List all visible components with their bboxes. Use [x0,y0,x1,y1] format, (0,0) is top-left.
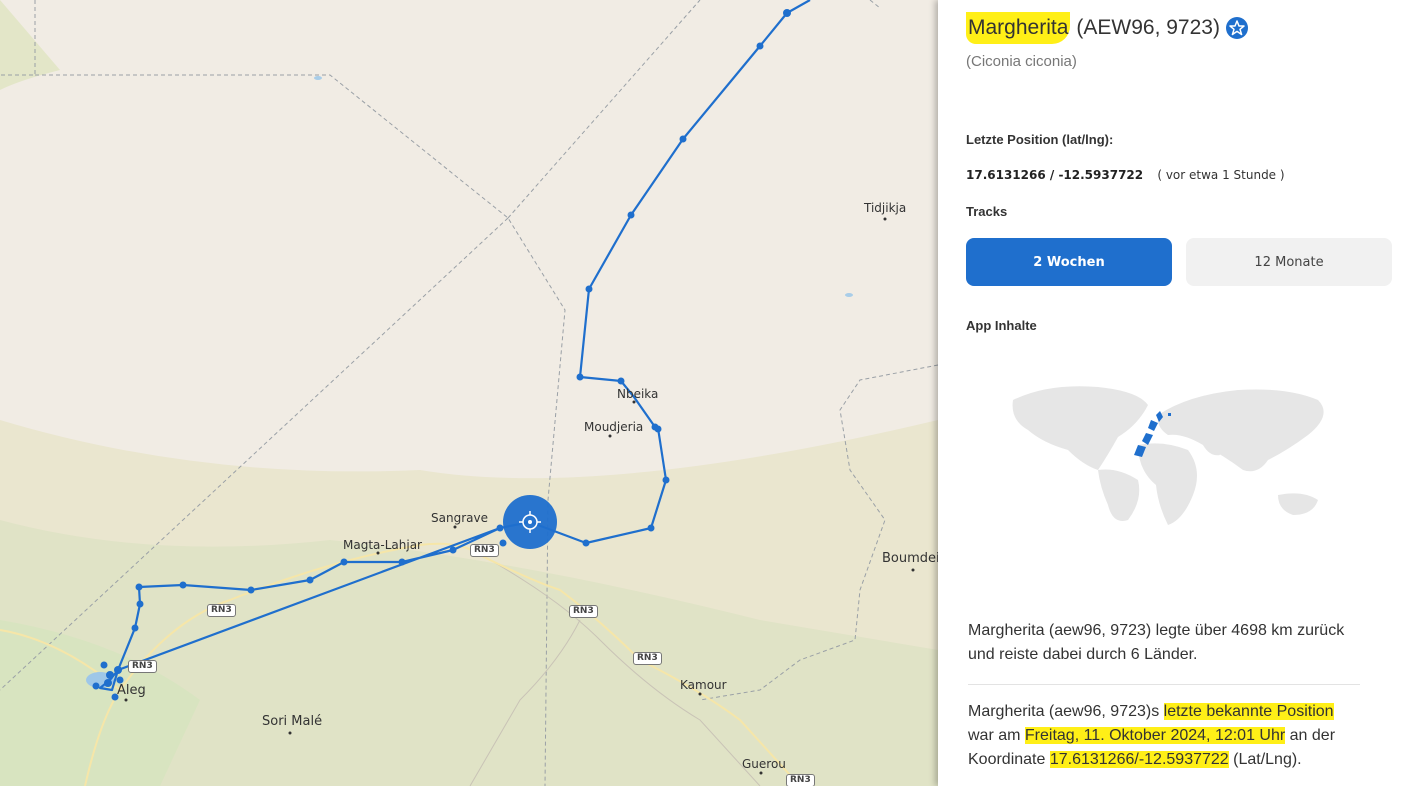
app-content-label: App Inhalte [966,318,1037,333]
world-map-thumbnail [1012,386,1324,525]
place-label-sangrave: Sangrave [431,511,488,525]
place-label-sori-male: Sori Malé [262,714,323,729]
place-label-kamour: Kamour [680,678,727,692]
track-12-months-button[interactable]: 12 Monate [1186,238,1392,286]
map-view[interactable]: Tidjikja Nbeika Moudjeria Sangrave Magta… [0,0,938,786]
highlight-fragment: Freitag, 11. Oktober 2024, 12:01 Uhr [1024,727,1286,744]
highlight-fragment: 17.6131266/-12.5937722 [1049,751,1229,768]
road-shield-rn3: RN3 [633,652,662,665]
time-ago: ( vor etwa 1 Stunde ) [1157,168,1285,182]
bird-name: Margherita [966,12,1071,44]
place-label-nbeika: Nbeika [617,387,659,401]
road-shield-rn3: RN3 [569,605,598,618]
road-shield-rn3: RN3 [470,544,499,557]
pond [845,293,853,297]
place-label-magta-lahjar: Magta-Lahjar [343,538,422,552]
last-position-label: Letzte Position (lat/lng): [966,132,1114,147]
track-2-weeks-button[interactable]: 2 Wochen [966,238,1172,286]
road-shield-rn3: RN3 [128,660,157,673]
text-fragment: war am [968,727,1025,744]
road-shield-rn3: RN3 [207,604,236,617]
coordinates-row: 17.6131266 / -12.5937722 ( vor etwa 1 St… [966,168,1285,182]
current-position-marker[interactable] [503,495,557,549]
place-label-aleg: Aleg [117,683,146,698]
place-label-guerou: Guerou [742,757,786,771]
place-label-tidjikja: Tidjikja [864,201,907,215]
highlight-fragment: letzte bekannte Position [1163,703,1334,720]
text-fragment: (Lat/Lng). [1228,751,1302,768]
species-name: (Ciconia ciconia) [966,53,1077,70]
bird-info-panel: Margherita (AEW96, 9723) (Ciconia ciconi… [938,0,1410,786]
summary-text: Margherita (aew96, 9723) legte über 4698… [968,622,1345,663]
pond [314,76,322,80]
star-badge-icon[interactable] [1225,17,1248,39]
bird-title: Margherita (AEW96, 9723) [966,12,1248,44]
place-label-moudjeria: Moudjeria [584,420,644,434]
tracks-label: Tracks [966,204,1008,219]
bird-ids: (AEW96, 9723) [1076,16,1220,39]
text-fragment: Margherita (aew96, 9723)s [968,703,1164,720]
divider [968,684,1360,685]
north-green-zone [0,0,60,90]
place-label-boumdeid: Boumdei [882,551,938,566]
coordinates-value: 17.6131266 / -12.5937722 [966,168,1144,182]
last-position-text: Margherita (aew96, 9723)s letzte bekannt… [968,700,1348,772]
road-shield-rn3: RN3 [786,774,815,786]
